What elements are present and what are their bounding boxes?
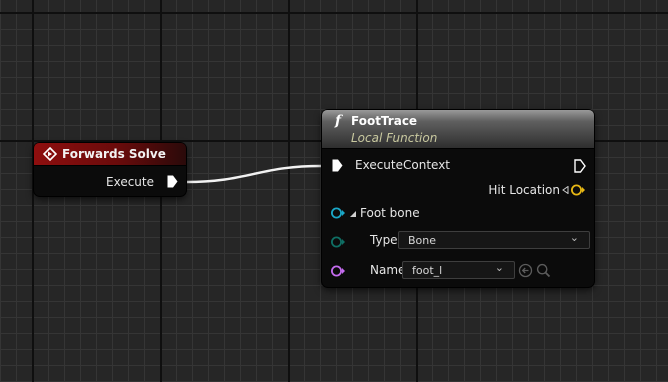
foot-trace-header[interactable]: f FootTrace Local Function bbox=[322, 110, 594, 149]
hit-location-label: Hit Location bbox=[488, 183, 560, 197]
execute-label: Execute bbox=[106, 175, 154, 189]
exec-out-pin-icon[interactable] bbox=[167, 175, 178, 188]
vector-pin-icon[interactable] bbox=[570, 184, 586, 196]
chevron-down-icon: ⌄ bbox=[569, 231, 579, 244]
struct-pin-icon[interactable] bbox=[330, 207, 346, 219]
name-dropdown[interactable]: foot_l ⌄ bbox=[402, 261, 515, 279]
exec-in-pin-icon[interactable] bbox=[332, 159, 343, 172]
foot-trace-subtitle: Local Function bbox=[351, 131, 438, 145]
execute-context-label: ExecuteContext bbox=[355, 158, 450, 172]
name-pin-icon[interactable] bbox=[330, 265, 346, 277]
foot-trace-node[interactable]: f FootTrace Local Function ExecuteContex… bbox=[322, 110, 594, 287]
type-value: Bone bbox=[408, 234, 437, 247]
name-value: foot_l bbox=[412, 264, 443, 277]
forwards-solve-node[interactable]: Forwards Solve Execute bbox=[34, 143, 186, 196]
use-selected-icon[interactable] bbox=[518, 263, 533, 278]
chevron-down-icon: ⌄ bbox=[494, 261, 504, 274]
exec-out-pin-icon[interactable] bbox=[574, 159, 586, 173]
foot-bone-label: Foot bone bbox=[360, 206, 420, 220]
name-label: Name bbox=[370, 263, 406, 277]
expand-arrow-icon[interactable] bbox=[349, 210, 357, 218]
foot-trace-title: FootTrace bbox=[351, 114, 418, 128]
type-label: Type bbox=[370, 233, 398, 247]
expand-arrow-icon[interactable] bbox=[562, 186, 569, 194]
type-dropdown[interactable]: Bone ⌄ bbox=[398, 231, 590, 249]
event-icon bbox=[43, 147, 57, 161]
function-icon: f bbox=[335, 113, 342, 129]
enum-pin-icon[interactable] bbox=[330, 236, 346, 248]
forwards-solve-header[interactable]: Forwards Solve bbox=[34, 143, 186, 166]
forwards-solve-title: Forwards Solve bbox=[62, 147, 166, 161]
browse-icon[interactable] bbox=[536, 263, 551, 278]
